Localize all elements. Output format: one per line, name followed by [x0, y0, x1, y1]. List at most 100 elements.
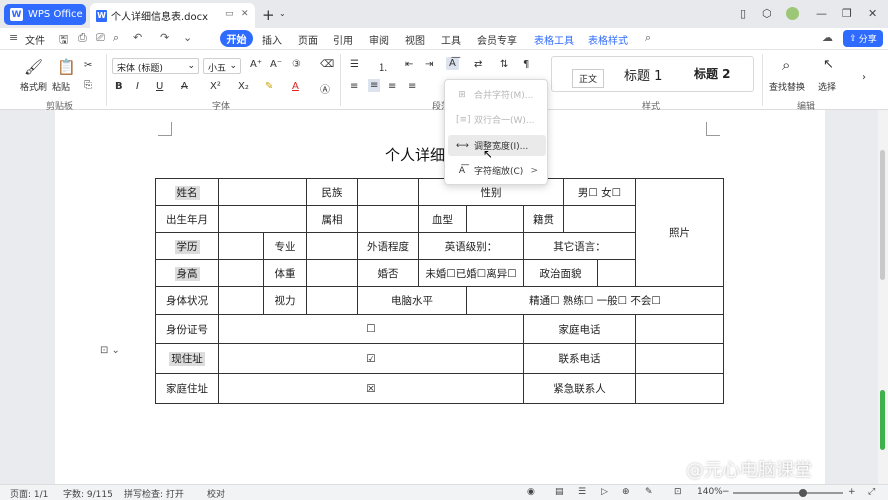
table-cell[interactable]: 姓名 — [155, 178, 219, 206]
save-icon[interactable]: 🖫 — [59, 31, 68, 50]
scroll-thumb[interactable] — [880, 150, 885, 280]
align-right-icon[interactable]: ≡ — [388, 81, 396, 92]
minimize-icon[interactable]: — — [816, 7, 827, 20]
web-view-icon[interactable]: ⊕ — [622, 487, 630, 497]
table-cell[interactable]: 英语级别： — [418, 232, 524, 260]
char-border-icon[interactable]: Ⓐ — [320, 81, 330, 96]
table-cell[interactable] — [218, 232, 264, 260]
proofread-button[interactable]: 校对 — [207, 487, 225, 500]
table-cell[interactable]: ☒ — [218, 373, 524, 404]
share-button[interactable]: ⇪ 分享 — [843, 30, 883, 47]
underline-icon[interactable]: U — [156, 81, 163, 92]
table-cell[interactable] — [635, 314, 724, 344]
sort-icon[interactable]: ⇅ — [500, 59, 508, 70]
photo-cell[interactable]: 照片 — [635, 178, 724, 287]
zoom-in-icon[interactable]: + — [848, 487, 856, 497]
table-anchor-icon[interactable]: ⊡ ⌄ — [100, 345, 120, 356]
pen-icon[interactable]: ✎ — [645, 487, 653, 497]
table-cell[interactable]: 身高 — [155, 259, 219, 287]
table-cell[interactable] — [635, 343, 724, 374]
strikethrough-icon[interactable]: A — [181, 81, 188, 92]
table-cell[interactable]: 身体状况 — [155, 286, 219, 315]
undo-icon[interactable]: ↶ — [133, 31, 142, 44]
clear-format-icon[interactable]: ⌫ — [320, 59, 334, 70]
table-cell[interactable]: 出生年月 — [155, 205, 219, 233]
table-cell[interactable]: 现住址 — [155, 343, 219, 374]
highlight-icon[interactable]: ✎ — [265, 81, 273, 92]
format-painter-icon[interactable]: 🖌 — [24, 58, 43, 76]
menu-review[interactable]: 审阅 — [369, 32, 389, 47]
table-cell[interactable] — [357, 205, 419, 233]
table-cell[interactable]: 外语程度 — [357, 232, 419, 260]
subscript-icon[interactable]: X₂ — [238, 81, 249, 92]
ribbon-scroll-right-icon[interactable]: › — [862, 72, 866, 83]
style-normal[interactable]: 正文 — [572, 69, 605, 88]
align-left-icon[interactable]: ≡ — [350, 81, 358, 92]
table-cell[interactable]: 联系电话 — [523, 343, 636, 374]
table-cell[interactable]: 家庭电话 — [523, 314, 636, 344]
table-cell[interactable]: 血型 — [418, 205, 467, 233]
menu-reference[interactable]: 引用 — [333, 32, 353, 47]
chinese-layout-icon[interactable]: A͞ — [446, 57, 459, 70]
table-cell[interactable]: ☐ — [218, 314, 524, 344]
close-tab-icon[interactable]: ✕ — [241, 9, 249, 19]
table-cell[interactable] — [306, 232, 358, 260]
table-cell[interactable]: 体重 — [263, 259, 307, 287]
wps-home-tab[interactable]: W WPS Office — [4, 4, 86, 25]
table-cell[interactable]: 专业 — [263, 232, 307, 260]
table-cell[interactable] — [218, 178, 307, 206]
zoom-out-icon[interactable]: − — [722, 487, 730, 497]
vertical-scrollbar[interactable] — [878, 110, 888, 484]
menu-page[interactable]: 页面 — [298, 32, 318, 47]
menu-table-tools[interactable]: 表格工具 — [534, 32, 574, 47]
close-window-icon[interactable]: ✕ — [868, 7, 877, 20]
customize-chevron-icon[interactable]: ⌄ — [183, 31, 192, 44]
print-icon[interactable]: ⎚ — [96, 31, 105, 45]
table-cell[interactable]: 精通☐ 熟练☐ 一般☐ 不会☐ — [466, 286, 724, 315]
table-cell[interactable]: 电脑水平 — [357, 286, 467, 315]
menu-item-two-lines-in-one[interactable]: [≡] 双行合一(W)... — [448, 109, 546, 130]
table-cell[interactable]: 民族 — [306, 178, 358, 206]
cut-icon[interactable]: ✂ — [84, 60, 92, 71]
table-cell[interactable] — [597, 259, 636, 287]
outline-view-icon[interactable]: ☰ — [578, 487, 586, 497]
preview-icon[interactable]: ⌕ — [113, 31, 119, 45]
table-cell[interactable] — [218, 259, 264, 287]
zoom-slider[interactable] — [733, 492, 843, 494]
search-icon[interactable]: ⌕ — [645, 31, 651, 45]
menu-start[interactable]: 开始 — [220, 30, 253, 47]
copy-icon[interactable]: ⎘ — [84, 80, 92, 91]
style-heading-2[interactable]: 标题 2 — [694, 65, 731, 82]
table-cell[interactable]: ☑ — [218, 343, 524, 374]
table-cell[interactable] — [635, 373, 724, 404]
superscript-icon[interactable]: X² — [210, 81, 221, 92]
table-cell[interactable]: 属相 — [306, 205, 358, 233]
menu-member[interactable]: 会员专享 — [477, 32, 517, 47]
select-button[interactable]: 选择 — [818, 80, 836, 93]
table-cell[interactable]: 学历 — [155, 232, 219, 260]
menu-file[interactable]: 文件 — [25, 32, 45, 47]
text-direction-icon[interactable]: ⇄ — [474, 59, 482, 70]
table-cell[interactable]: 紧急联系人 — [523, 373, 636, 404]
checkbox-checked-icon[interactable]: ☑ — [366, 353, 375, 365]
table-cell[interactable] — [357, 178, 419, 206]
bold-icon[interactable]: B — [115, 81, 123, 92]
menu-table-style[interactable]: 表格样式 — [588, 32, 628, 47]
font-size-select[interactable]: 小五 ⌄ — [203, 58, 241, 74]
tab-list-chevron-icon[interactable]: ⌄ — [279, 9, 286, 18]
show-marks-icon[interactable]: ¶ — [523, 59, 529, 70]
new-tab-button[interactable]: + — [262, 6, 275, 24]
paste-icon[interactable]: 📋 — [57, 58, 76, 76]
table-cell[interactable] — [466, 205, 524, 233]
menu-view[interactable]: 视图 — [405, 32, 425, 47]
table-cell[interactable] — [306, 259, 358, 287]
table-cell[interactable]: 其它语言： — [523, 232, 636, 260]
menu-insert[interactable]: 插入 — [262, 32, 282, 47]
monitor-icon[interactable]: ▭ — [225, 9, 234, 19]
find-icon[interactable]: ⌕ — [782, 56, 790, 74]
phonetic-icon[interactable]: ③ — [292, 59, 301, 70]
table-cell[interactable]: 身份证号 — [155, 314, 219, 344]
table-cell[interactable]: 籍贯 — [523, 205, 564, 233]
fit-page-icon[interactable]: ⊡ — [674, 487, 682, 497]
table-cell[interactable]: 男☐ 女☐ — [563, 178, 636, 206]
